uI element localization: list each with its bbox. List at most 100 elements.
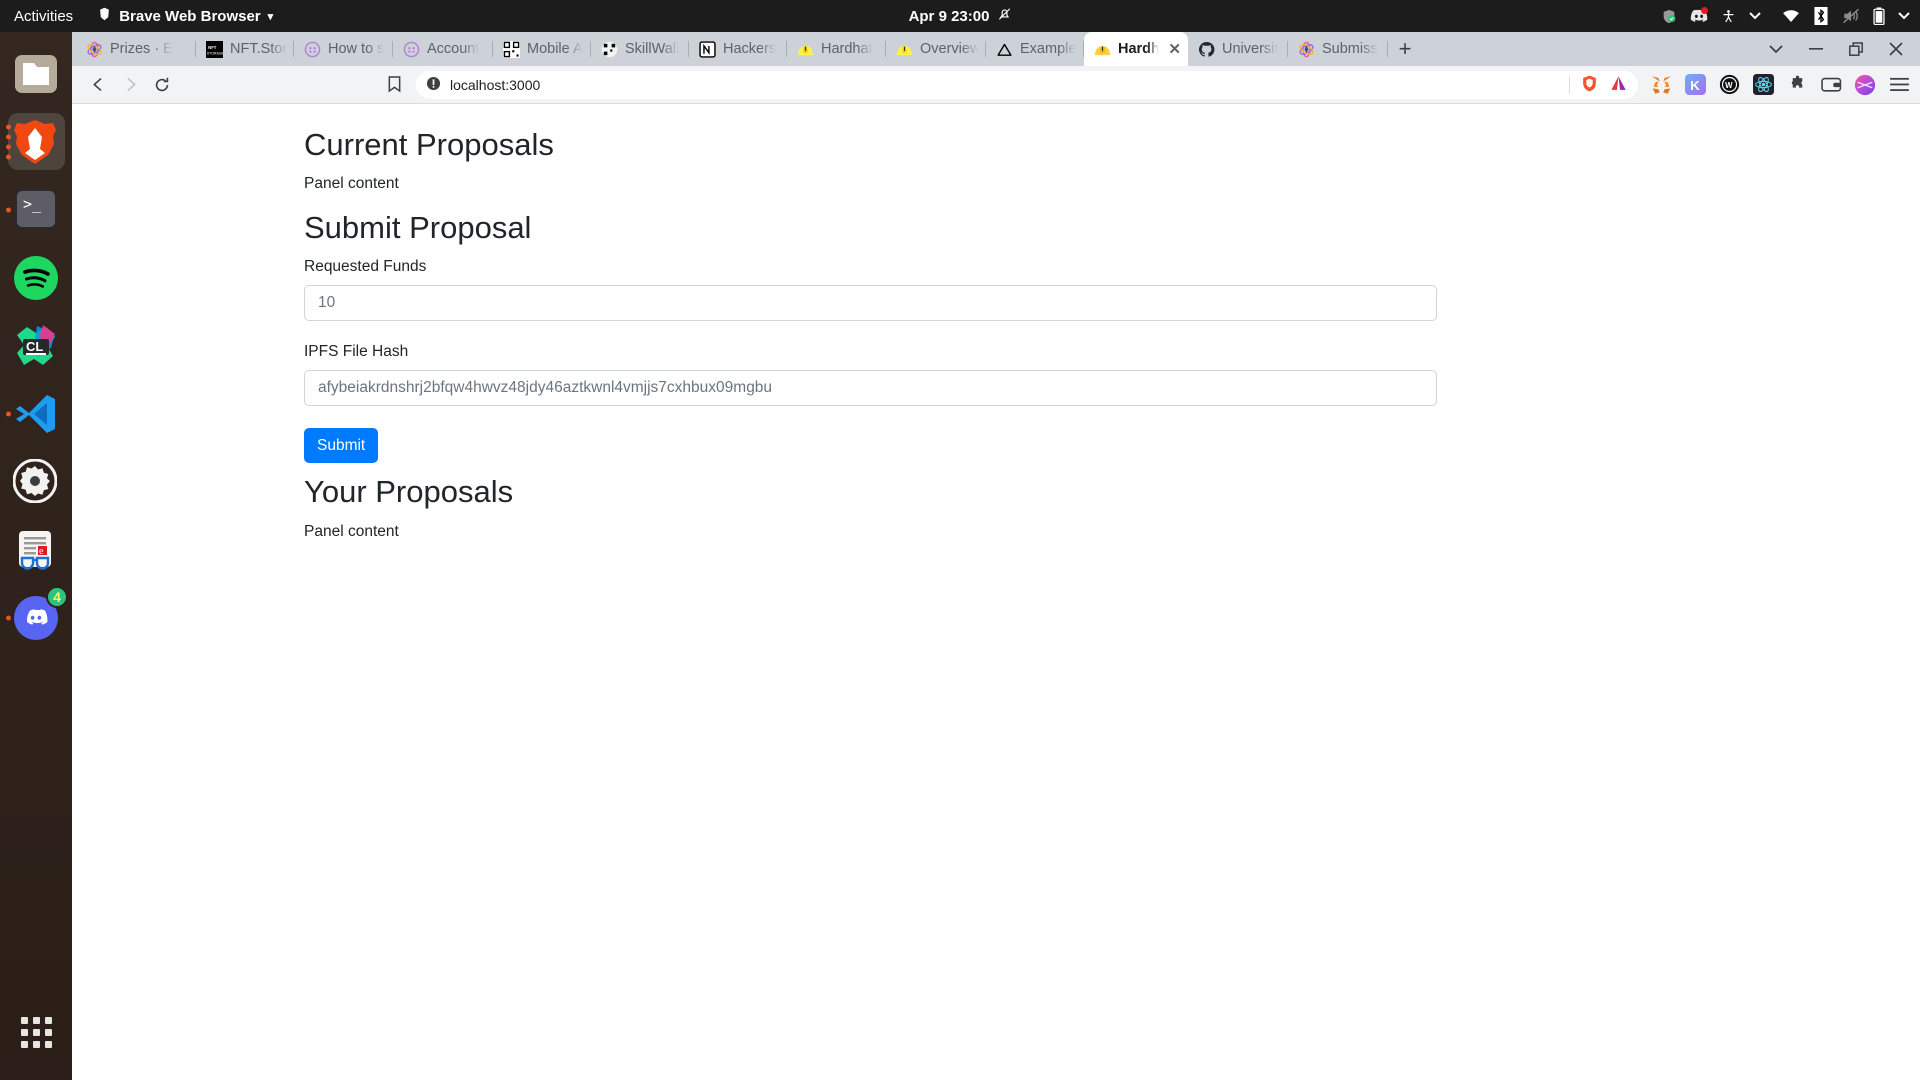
wifi-icon: [1782, 9, 1800, 23]
files-folder-icon: [13, 51, 59, 97]
app-menu-label: Brave Web Browser: [119, 7, 261, 25]
tab-separator: [1387, 41, 1388, 57]
clion-icon: CL: [13, 323, 59, 369]
tab-overview[interactable]: Overview: [886, 32, 986, 66]
hamburger-menu-icon[interactable]: [1888, 74, 1910, 96]
requested-funds-input[interactable]: 10: [304, 285, 1437, 322]
activities-button[interactable]: Activities: [0, 8, 87, 25]
chevron-down-icon: [1898, 12, 1910, 20]
discord-badge-count: 4: [46, 586, 68, 608]
react-devtools-icon[interactable]: [1752, 74, 1774, 96]
address-bar[interactable]: localhost:3000: [416, 70, 1638, 99]
tab-label: Hardh: [1118, 41, 1160, 57]
forward-arrow-icon[interactable]: [114, 69, 146, 101]
gitcoin-icon: [403, 41, 420, 58]
hardhat-icon: [797, 41, 814, 58]
requested-funds-value: 10: [318, 294, 336, 312]
svg-text:W: W: [1725, 81, 1733, 90]
svg-text:NFT: NFT: [208, 44, 217, 49]
vercel-icon: [996, 41, 1013, 58]
maximize-restore-button[interactable]: [1836, 32, 1876, 66]
tab-label: NFT.Stor: [230, 41, 287, 57]
brave-rewards-triangle-icon[interactable]: [1609, 74, 1628, 96]
brave-shields-icon[interactable]: [1580, 74, 1599, 96]
dock-item-brave[interactable]: [0, 108, 72, 176]
wallet-w-icon[interactable]: W: [1718, 74, 1740, 96]
tab-label: Hardhat: [821, 41, 873, 57]
tab-hardhat-active[interactable]: Hardh ✕: [1084, 32, 1188, 66]
bluetooth-icon: [1813, 7, 1829, 25]
tab-label: Universit: [1222, 41, 1279, 57]
extensions-area: K W: [1644, 74, 1910, 96]
brave-profile-icon[interactable]: [1854, 74, 1876, 96]
dock-running-dots: [6, 411, 11, 417]
url-text: localhost:3000: [450, 76, 541, 93]
tab-account[interactable]: Account: [393, 32, 493, 66]
app-menu-button[interactable]: Brave Web Browser ▾: [87, 6, 283, 26]
page-content: Current Proposals Panel content Submit P…: [72, 104, 1920, 541]
nftstorage-icon: NFT STORAGE: [206, 40, 225, 58]
tab-hardhat-1[interactable]: Hardhat: [787, 32, 886, 66]
dock-item-news-reader[interactable]: e: [0, 516, 72, 584]
dock-item-vscode[interactable]: [0, 380, 72, 448]
keplr-icon[interactable]: K: [1684, 74, 1706, 96]
not-secure-icon[interactable]: [426, 76, 441, 94]
tab-how-to[interactable]: How to s: [294, 32, 393, 66]
ipfs-hash-value: afybeiakrdnshrj2bfqw4hwvz48jdy46aztkwnl4…: [318, 379, 773, 397]
battery-icon: [1873, 7, 1885, 25]
new-tab-button[interactable]: +: [1388, 32, 1422, 66]
system-tray[interactable]: [1661, 0, 1910, 32]
svg-text:e: e: [39, 546, 44, 557]
close-button[interactable]: [1876, 32, 1916, 66]
puzzle-extensions-icon[interactable]: [1786, 74, 1808, 96]
tab-hackers[interactable]: Hackers: [689, 32, 787, 66]
clock-label: Apr 9 23:00: [908, 7, 990, 25]
current-proposals-panel-content: Panel content: [304, 175, 399, 193]
clock-button[interactable]: Apr 9 23:00: [909, 7, 1012, 25]
ipfs-hash-input[interactable]: afybeiakrdnshrj2bfqw4hwvz48jdy46aztkwnl4…: [304, 370, 1437, 407]
chevron-down-icon: [1749, 12, 1761, 20]
tab-search-button[interactable]: [1756, 32, 1796, 66]
dock-item-settings[interactable]: [0, 448, 72, 516]
minimize-button[interactable]: [1796, 32, 1836, 66]
gnome-top-bar: Activities Brave Web Browser ▾ Apr 9 23:…: [0, 0, 1920, 32]
submit-button[interactable]: Submit: [304, 428, 379, 464]
dock-item-terminal[interactable]: >_: [0, 176, 72, 244]
qr-icon: [503, 40, 520, 58]
browser-toolbar: localhost:3000 K W: [72, 66, 1920, 104]
ethglobal-icon: [86, 41, 103, 58]
metamask-icon[interactable]: [1650, 74, 1672, 96]
apps-grid-icon: [20, 1016, 52, 1048]
chevron-down-icon: ▾: [267, 10, 274, 23]
dock-item-files[interactable]: [0, 40, 72, 108]
tab-example[interactable]: Example: [986, 32, 1084, 66]
tab-nft-storage[interactable]: NFT STORAGE NFT.Stor: [196, 32, 294, 66]
accessibility-icon: [1721, 8, 1736, 25]
tab-university[interactable]: Universit: [1188, 32, 1288, 66]
dock-item-clion[interactable]: CL: [0, 312, 72, 380]
tab-label: How to s: [328, 41, 385, 57]
tab-submissions[interactable]: Submiss: [1288, 32, 1388, 66]
brave-browser-window: Prizes · E NFT STORAGE NFT.Stor How to s …: [72, 32, 1920, 1080]
dock-item-spotify[interactable]: [0, 244, 72, 312]
url-right-icons: [1569, 74, 1628, 96]
tab-label: SkillWall: [625, 41, 680, 57]
tab-mobile-a[interactable]: Mobile A: [493, 32, 591, 66]
current-proposals-heading: Current Proposals: [304, 127, 554, 162]
wallet-card-icon[interactable]: [1820, 74, 1842, 96]
window-controls: [1756, 32, 1920, 66]
tab-close-button[interactable]: ✕: [1168, 40, 1181, 58]
gitcoin-icon: [304, 41, 321, 58]
back-arrow-icon[interactable]: [82, 69, 114, 101]
show-applications-button[interactable]: [0, 998, 72, 1066]
ethglobal-icon: [1298, 41, 1315, 58]
reload-icon[interactable]: [146, 69, 178, 101]
dock-item-discord[interactable]: 4: [0, 584, 72, 652]
tab-prizes[interactable]: Prizes · E: [76, 32, 196, 66]
news-reader-icon: e: [13, 527, 59, 573]
tab-label: Hackers: [723, 41, 777, 57]
tab-skillwallet[interactable]: SkillWall: [591, 32, 689, 66]
shield-check-icon: [1661, 8, 1677, 25]
bookmark-icon[interactable]: [378, 69, 410, 101]
dock-running-dots: [6, 207, 11, 213]
